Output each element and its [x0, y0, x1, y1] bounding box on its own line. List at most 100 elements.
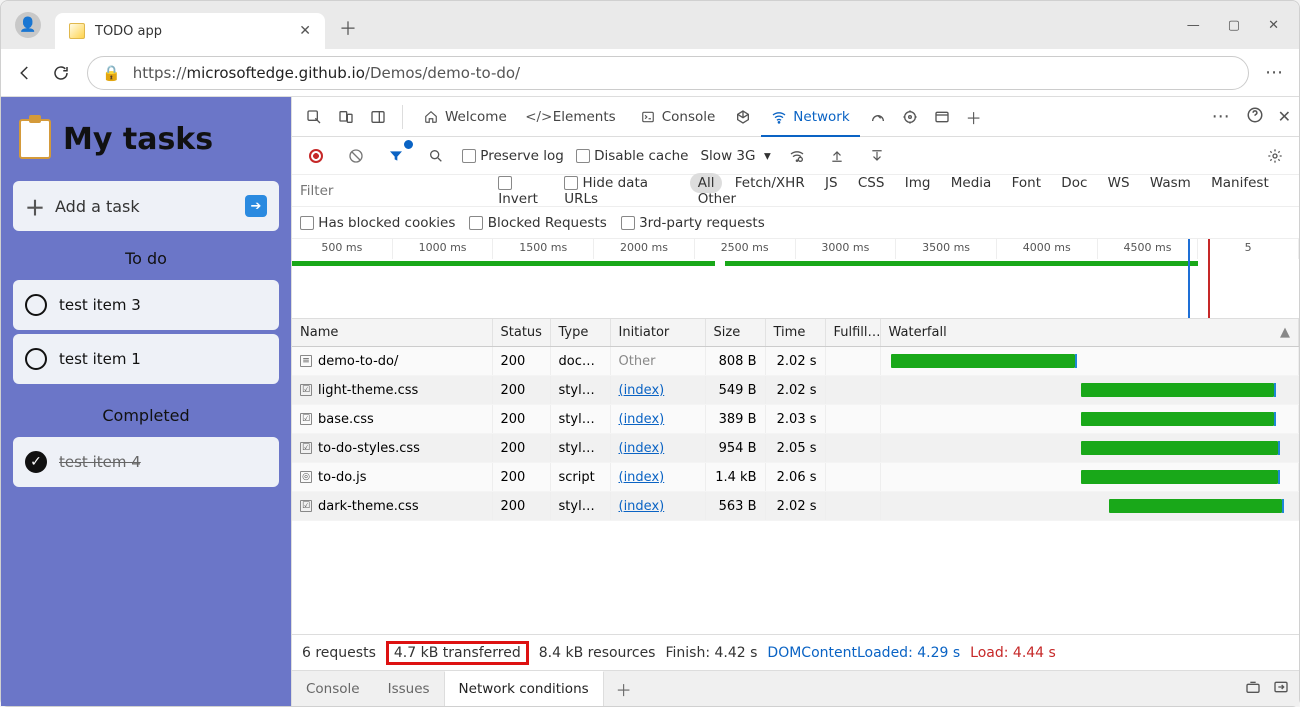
col-type[interactable]: Type [550, 319, 610, 347]
tab-network[interactable]: Network [761, 97, 859, 137]
cell-time: 2.05 s [765, 434, 825, 463]
back-button[interactable] [15, 63, 35, 83]
search-button[interactable] [422, 142, 450, 170]
todo-heading: To do [13, 249, 279, 268]
cell-type: docu… [550, 347, 610, 376]
blocked-cookies-checkbox[interactable]: Has blocked cookies [300, 215, 455, 231]
tab-console[interactable]: Console [630, 97, 726, 137]
filter-toggle-icon[interactable] [382, 142, 410, 170]
profile-avatar[interactable]: 👤 [15, 12, 41, 38]
drawer-expand-icon[interactable] [1245, 679, 1261, 699]
col-waterfall[interactable]: Waterfall ▲ [880, 319, 1299, 347]
tab-welcome[interactable]: Welcome [413, 97, 517, 137]
network-settings-icon[interactable] [1261, 142, 1289, 170]
inspect-element-icon[interactable] [300, 103, 328, 131]
devtools-menu-icon[interactable]: ⋯ [1212, 106, 1232, 127]
add-task-button[interactable]: ＋ Add a task ➔ [13, 181, 279, 231]
filter-input[interactable] [300, 183, 486, 199]
cell-type: styles… [550, 434, 610, 463]
address-bar[interactable]: 🔒 https://microsoftedge.github.io/Demos/… [87, 56, 1249, 90]
window-maximize-icon[interactable]: ▢ [1228, 18, 1240, 33]
hide-data-urls-checkbox[interactable]: Hide data URLs [564, 175, 678, 207]
task-item-completed[interactable]: test item 4 [13, 437, 279, 487]
cell-waterfall [880, 347, 1299, 376]
new-tab-button[interactable]: ＋ [339, 15, 357, 41]
task-item[interactable]: test item 1 [13, 334, 279, 384]
task-checkbox-icon[interactable] [25, 294, 47, 316]
browser-tab[interactable]: TODO app ✕ [55, 13, 325, 49]
export-har-icon[interactable] [863, 142, 891, 170]
add-tab-icon[interactable]: ＋ [960, 103, 988, 131]
request-row[interactable]: ☑to-do-styles.css 200 styles… (index) 95… [292, 434, 1299, 463]
filter-pill-js[interactable]: JS [817, 173, 846, 193]
filter-pill-ws[interactable]: WS [1100, 173, 1138, 193]
col-size[interactable]: Size [705, 319, 765, 347]
dock-side-icon[interactable] [364, 103, 392, 131]
initiator-link[interactable]: (index) [619, 412, 665, 427]
help-icon[interactable] [1246, 106, 1264, 128]
filter-pill-wasm[interactable]: Wasm [1142, 173, 1199, 193]
timeline-overview[interactable]: 500 ms1000 ms1500 ms2000 ms2500 ms3000 m… [292, 239, 1299, 319]
window-minimize-icon[interactable]: — [1187, 18, 1200, 33]
disable-cache-checkbox[interactable]: Disable cache [576, 148, 689, 164]
submit-icon[interactable]: ➔ [245, 195, 267, 217]
third-party-checkbox[interactable]: 3rd-party requests [621, 215, 765, 231]
col-fulfilled[interactable]: Fulfill… [825, 319, 880, 347]
summary-requests: 6 requests [302, 645, 376, 661]
blocked-requests-checkbox[interactable]: Blocked Requests [469, 215, 606, 231]
tab-elements[interactable]: </>Elements [521, 97, 626, 137]
network-conditions-icon[interactable] [783, 142, 811, 170]
request-row[interactable]: ☑dark-theme.css 200 styles… (index) 563 … [292, 492, 1299, 521]
filter-pill-media[interactable]: Media [943, 173, 1000, 193]
col-time[interactable]: Time [765, 319, 825, 347]
drawer-tab-network-conditions[interactable]: Network conditions [444, 671, 604, 706]
drawer-tab-console[interactable]: Console [292, 671, 374, 706]
drawer-close-icon[interactable] [1273, 679, 1289, 699]
preserve-log-checkbox[interactable]: Preserve log [462, 148, 564, 164]
task-checkbox-checked-icon[interactable] [25, 451, 47, 473]
record-button[interactable] [302, 142, 330, 170]
timeline-tick: 4500 ms [1098, 239, 1199, 259]
filter-pill-img[interactable]: Img [897, 173, 939, 193]
more-panels-icon[interactable] [928, 103, 956, 131]
drawer-add-tab-icon[interactable]: ＋ [604, 677, 644, 701]
filter-pill-css[interactable]: CSS [850, 173, 893, 193]
request-row[interactable]: ☑base.css 200 styles… (index) 389 B 2.03… [292, 405, 1299, 434]
filter-pill-font[interactable]: Font [1004, 173, 1049, 193]
filter-pill-other[interactable]: Other [690, 189, 744, 209]
clear-button[interactable] [342, 142, 370, 170]
task-checkbox-icon[interactable] [25, 348, 47, 370]
refresh-button[interactable] [51, 63, 71, 83]
request-row[interactable]: ◎to-do.js 200 script (index) 1.4 kB 2.06… [292, 463, 1299, 492]
invert-checkbox[interactable]: Invert [498, 175, 552, 207]
application-icon[interactable] [896, 103, 924, 131]
drawer-tab-issues[interactable]: Issues [374, 671, 444, 706]
col-name[interactable]: Name [292, 319, 492, 347]
task-item[interactable]: test item 3 [13, 280, 279, 330]
file-type-icon: ◎ [300, 471, 312, 483]
throttling-select[interactable]: Slow 3G ▾ [700, 148, 770, 164]
initiator-link[interactable]: (index) [619, 441, 665, 456]
filter-pill-doc[interactable]: Doc [1053, 173, 1095, 193]
device-emulation-icon[interactable] [332, 103, 360, 131]
requests-table[interactable]: Name Status Type Initiator Size Time Ful… [292, 319, 1299, 634]
devtools-close-icon[interactable]: ✕ [1278, 107, 1291, 126]
browser-menu-button[interactable]: ⋯ [1265, 62, 1285, 83]
initiator-link[interactable]: (index) [619, 383, 665, 398]
sources-icon[interactable] [729, 103, 757, 131]
filter-pill-manifest[interactable]: Manifest [1203, 173, 1277, 193]
initiator-link[interactable]: (index) [619, 499, 665, 514]
import-har-icon[interactable] [823, 142, 851, 170]
close-tab-icon[interactable]: ✕ [299, 23, 311, 39]
elements-icon: </> [531, 109, 547, 125]
cell-fulfilled [825, 376, 880, 405]
col-initiator[interactable]: Initiator [610, 319, 705, 347]
file-type-icon: ☑ [300, 500, 312, 512]
initiator-link[interactable]: (index) [619, 470, 665, 485]
window-close-icon[interactable]: ✕ [1268, 18, 1279, 33]
request-row[interactable]: ≡demo-to-do/ 200 docu… Other 808 B 2.02 … [292, 347, 1299, 376]
request-row[interactable]: ☑light-theme.css 200 styles… (index) 549… [292, 376, 1299, 405]
col-status[interactable]: Status [492, 319, 550, 347]
cell-initiator: Other [610, 347, 705, 376]
performance-icon[interactable] [864, 103, 892, 131]
